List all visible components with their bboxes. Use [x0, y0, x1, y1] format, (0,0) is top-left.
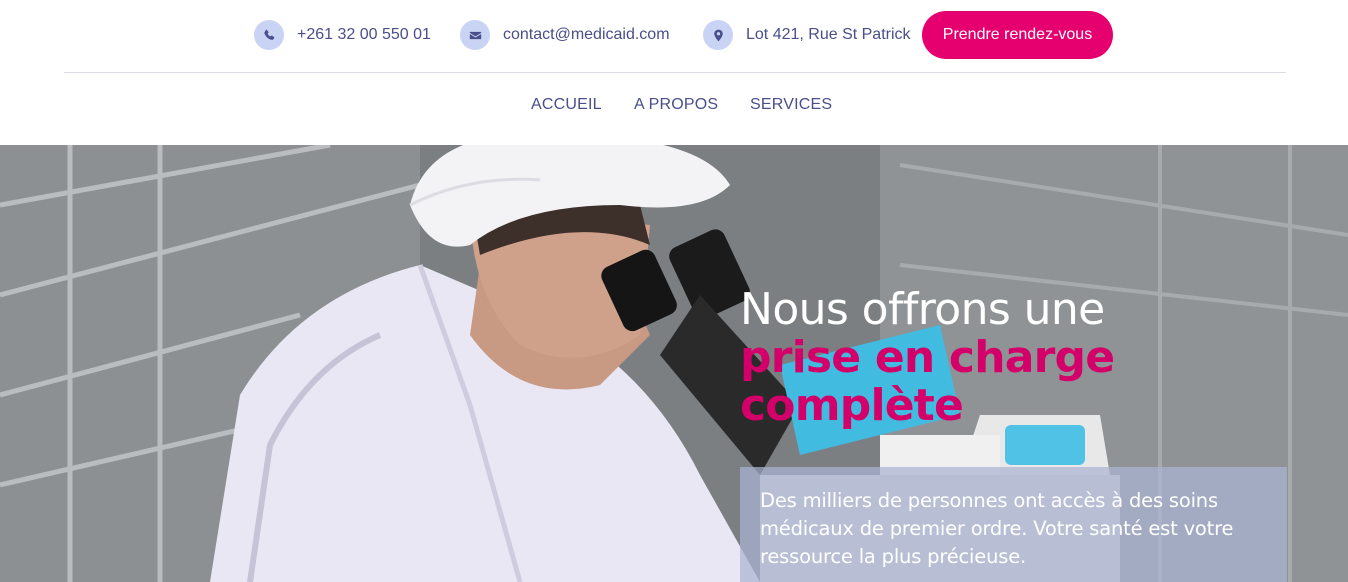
main-nav: ACCUEIL A PROPOS SERVICES — [0, 96, 1348, 124]
contact-address-text: Lot 421, Rue St Patrick — [746, 26, 911, 43]
contact-phone-text: +261 32 00 550 01 — [297, 26, 431, 43]
hero-heading: Nous offrons une prise en charge complèt… — [740, 286, 1300, 430]
envelope-icon — [460, 20, 490, 50]
book-appointment-button[interactable]: Prendre rendez-vous — [922, 11, 1113, 59]
phone-icon — [254, 20, 284, 50]
hero-heading-line3: complète — [740, 380, 964, 431]
contact-address[interactable]: Lot 421, Rue St Patrick — [703, 20, 911, 50]
hero-heading-line1: Nous offrons une — [740, 284, 1105, 335]
nav-item-services[interactable]: SERVICES — [750, 96, 832, 114]
nav-item-a-propos[interactable]: A PROPOS — [634, 96, 718, 114]
top-contact-bar: +261 32 00 550 01 contact@medicaid.com L… — [0, 0, 1348, 72]
hero-banner: Nous offrons une prise en charge complèt… — [0, 145, 1348, 582]
hero-description: Des milliers de personnes ont accès à de… — [760, 489, 1234, 568]
header-divider — [64, 72, 1286, 73]
nav-item-accueil[interactable]: ACCUEIL — [531, 96, 602, 114]
hero-description-box: Des milliers de personnes ont accès à de… — [740, 467, 1287, 582]
contact-email[interactable]: contact@medicaid.com — [460, 20, 670, 50]
contact-email-text: contact@medicaid.com — [503, 26, 670, 43]
contact-phone[interactable]: +261 32 00 550 01 — [254, 20, 431, 50]
map-pin-icon — [703, 20, 733, 50]
hero-heading-line2: prise en charge — [740, 332, 1115, 383]
